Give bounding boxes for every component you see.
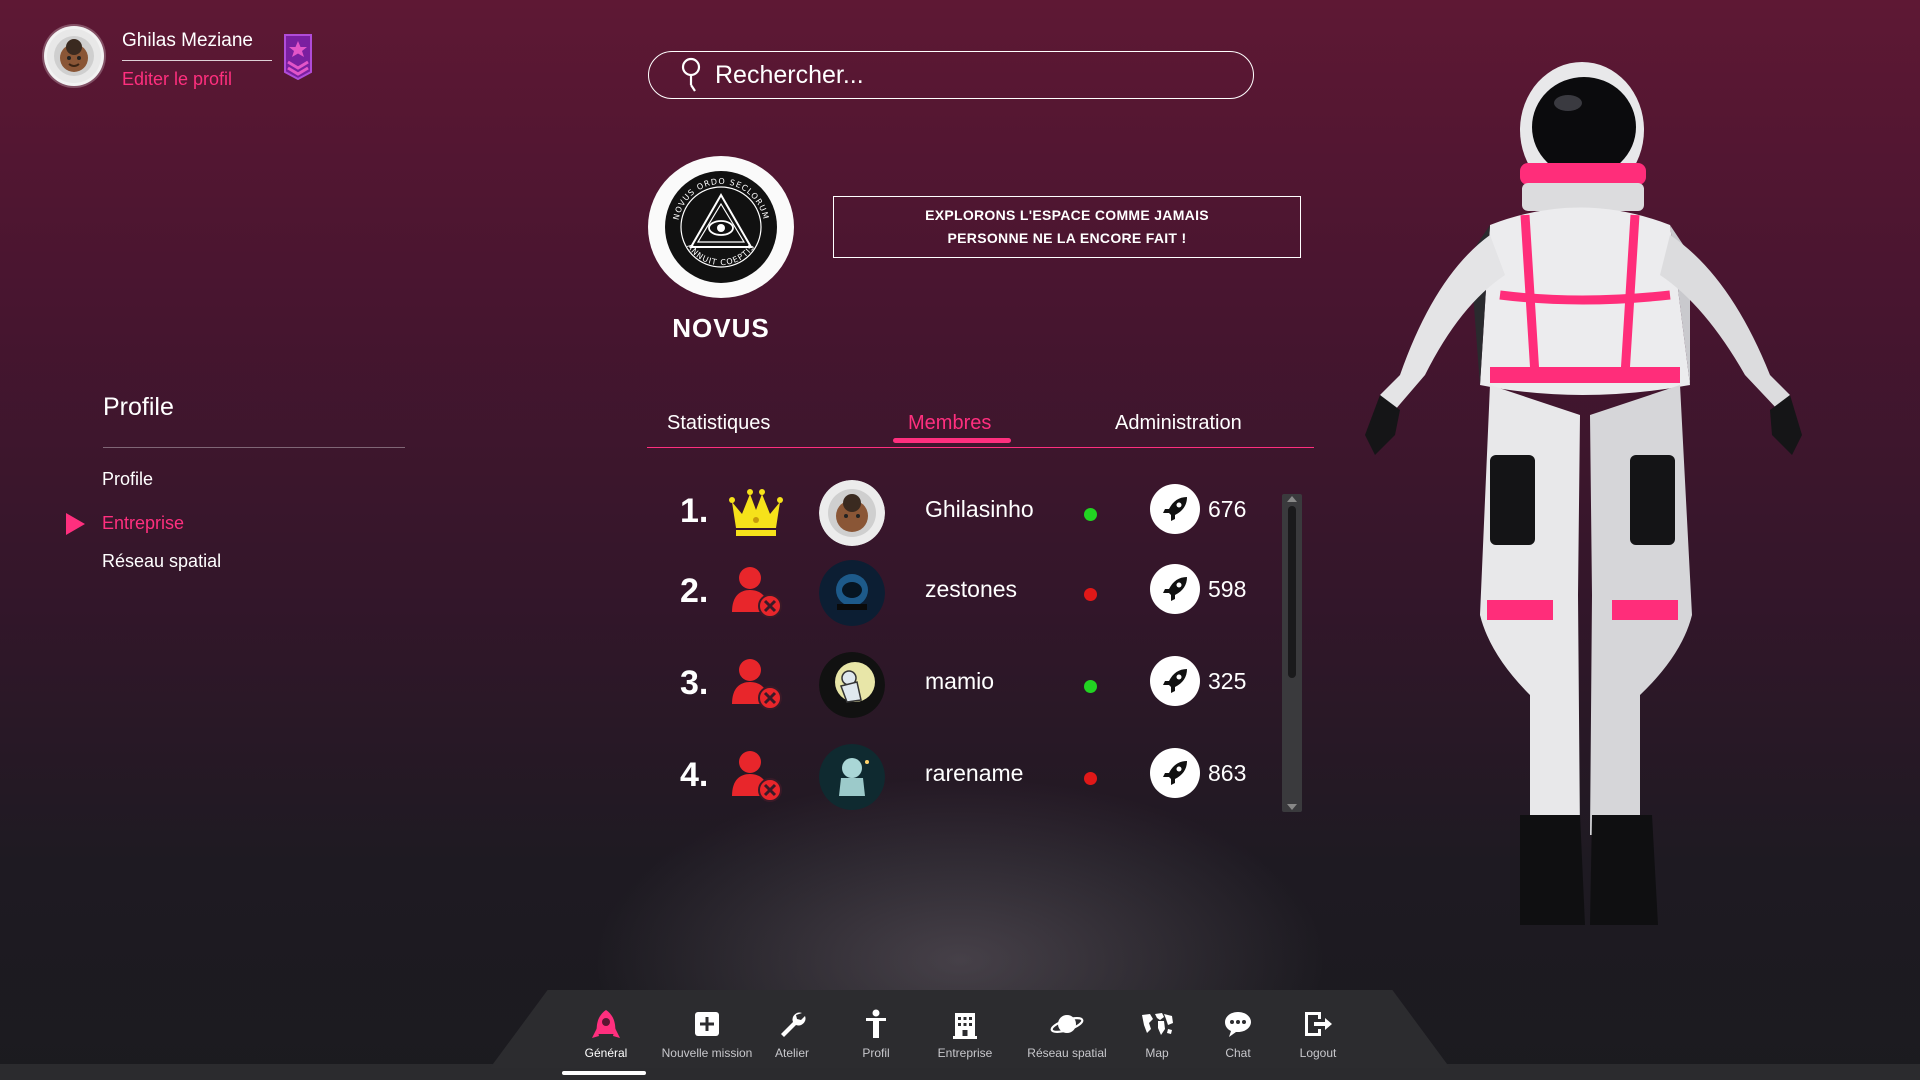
dock-item-nouvelle-mission[interactable]: Nouvelle mission xyxy=(659,1006,755,1060)
member-rank: 2. xyxy=(680,572,709,610)
wrench-icon xyxy=(781,1012,806,1037)
online-status-dot xyxy=(1084,680,1097,693)
dock-item-label: Profil xyxy=(862,1046,890,1060)
sidebar-title: Profile xyxy=(103,393,174,421)
member-row: 1. Ghilasinho 676 xyxy=(660,470,1260,550)
sidebar-item-label: Profile xyxy=(102,469,154,489)
user-header: Ghilas Meziane Editer le profil xyxy=(44,26,314,90)
member-avatar[interactable] xyxy=(819,744,885,810)
edit-profile-link[interactable]: Editer le profil xyxy=(122,69,272,90)
sidebar-item-label: Entreprise xyxy=(102,513,185,533)
member-score: 325 xyxy=(1208,668,1247,694)
company-logo: NOVUS ORDO SECLORUM ANNUIT COEPTIS xyxy=(648,156,794,298)
tab-membres[interactable]: Membres xyxy=(908,412,991,435)
dock-nav: Général Nouvelle mission Atelier Profil … xyxy=(558,1006,1378,1076)
building-icon xyxy=(953,1013,977,1039)
chat-bubble-icon xyxy=(1225,1012,1251,1037)
dock-item-label: Entreprise xyxy=(937,1046,993,1060)
member-avatar[interactable] xyxy=(819,560,885,626)
member-row: 3. mamio 325 xyxy=(660,642,1260,722)
member-score: 598 xyxy=(1208,576,1247,602)
active-triangle-icon xyxy=(66,513,85,535)
member-avatar[interactable] xyxy=(819,652,885,718)
dock-item-label: Général xyxy=(584,1046,628,1060)
dock-active-indicator xyxy=(562,1071,646,1075)
rocket-icon xyxy=(1150,564,1200,614)
member-score: 676 xyxy=(1208,496,1247,522)
members-list: 1. Ghilasinho 676 2. zestones 598 3. mam… xyxy=(660,470,1302,820)
world-map-icon xyxy=(1142,1013,1173,1035)
rocket-icon xyxy=(1150,748,1200,798)
dock-item-reseau-spatial[interactable]: Réseau spatial xyxy=(1019,1006,1115,1060)
member-avatar[interactable] xyxy=(819,480,885,546)
dock-item-label: Atelier xyxy=(774,1046,809,1060)
company-motto: EXPLORONS L'ESPACE COMME JAMAIS PERSONNE… xyxy=(833,196,1301,258)
tab-statistiques[interactable]: Statistiques xyxy=(667,412,770,435)
company-name: NOVUS xyxy=(672,313,770,343)
member-name: rarename xyxy=(925,760,1024,786)
astronaut-avatar-icon xyxy=(47,29,101,83)
member-row: 4. rarename 863 xyxy=(660,734,1260,814)
member-name: Ghilasinho xyxy=(925,496,1034,522)
dock-item-label: Logout xyxy=(1299,1046,1337,1060)
sidebar-divider xyxy=(103,447,405,448)
offline-status-dot xyxy=(1084,588,1097,601)
dock-item-profil[interactable]: Profil xyxy=(828,1006,924,1060)
member-score: 863 xyxy=(1208,760,1247,786)
scroll-thumb[interactable] xyxy=(1288,506,1296,678)
search-input[interactable] xyxy=(715,60,1235,90)
rank-badge-icon xyxy=(282,32,314,85)
dock-item-atelier[interactable]: Atelier xyxy=(744,1006,840,1060)
offline-status-dot xyxy=(1084,772,1097,785)
rocket-icon xyxy=(592,1010,620,1038)
motto-line-2: PERSONNE NE LA ENCORE FAIT ! xyxy=(947,230,1187,246)
rocket-icon xyxy=(1150,656,1200,706)
member-rank: 4. xyxy=(680,756,709,794)
remove-user-icon[interactable] xyxy=(724,744,788,808)
member-rank: 1. xyxy=(680,492,709,530)
tab-administration[interactable]: Administration xyxy=(1115,412,1242,435)
member-name: mamio xyxy=(925,668,995,694)
dock-item-label: Nouvelle mission xyxy=(661,1046,753,1060)
planet-icon xyxy=(1050,1015,1084,1033)
motto-line-1: EXPLORONS L'ESPACE COMME JAMAIS xyxy=(925,207,1209,223)
dock-item-label: Réseau spatial xyxy=(1027,1046,1107,1060)
user-avatar[interactable] xyxy=(44,26,104,86)
sidebar-item-profile[interactable]: Profile xyxy=(66,460,221,498)
dock-item-general[interactable]: Général xyxy=(558,1006,654,1060)
search-icon xyxy=(681,57,701,92)
member-name: zestones xyxy=(925,576,1018,602)
rocket-icon xyxy=(1150,484,1200,534)
online-status-dot xyxy=(1084,508,1097,521)
member-rank: 3. xyxy=(680,664,709,702)
member-row: 2. zestones 598 xyxy=(660,550,1260,630)
search-bar[interactable] xyxy=(648,51,1254,99)
dock-item-logout[interactable]: Logout xyxy=(1270,1006,1366,1060)
plus-square-icon xyxy=(695,1012,719,1036)
user-name: Ghilas Meziane xyxy=(122,30,272,61)
company-tabs: Statistiques Membres Administration xyxy=(647,408,1314,448)
person-icon xyxy=(866,1009,886,1038)
scroll-down-arrow[interactable] xyxy=(1287,804,1297,810)
sidebar-item-entreprise[interactable]: Entreprise xyxy=(66,504,221,542)
sidebar-item-reseau-spatial[interactable]: Réseau spatial xyxy=(66,542,221,580)
remove-user-icon[interactable] xyxy=(724,652,788,716)
crown-icon xyxy=(729,489,783,536)
logout-icon xyxy=(1305,1012,1332,1036)
remove-user-icon[interactable] xyxy=(724,560,788,624)
scroll-up-arrow[interactable] xyxy=(1287,496,1297,502)
dock-item-entreprise[interactable]: Entreprise xyxy=(917,1006,1013,1060)
sidebar-nav: Profile Entreprise Réseau spatial xyxy=(66,460,221,580)
astronaut-illustration xyxy=(1365,62,1802,925)
members-scrollbar[interactable] xyxy=(1282,494,1302,812)
sidebar-item-label: Réseau spatial xyxy=(102,551,222,571)
active-tab-indicator xyxy=(893,438,1011,443)
